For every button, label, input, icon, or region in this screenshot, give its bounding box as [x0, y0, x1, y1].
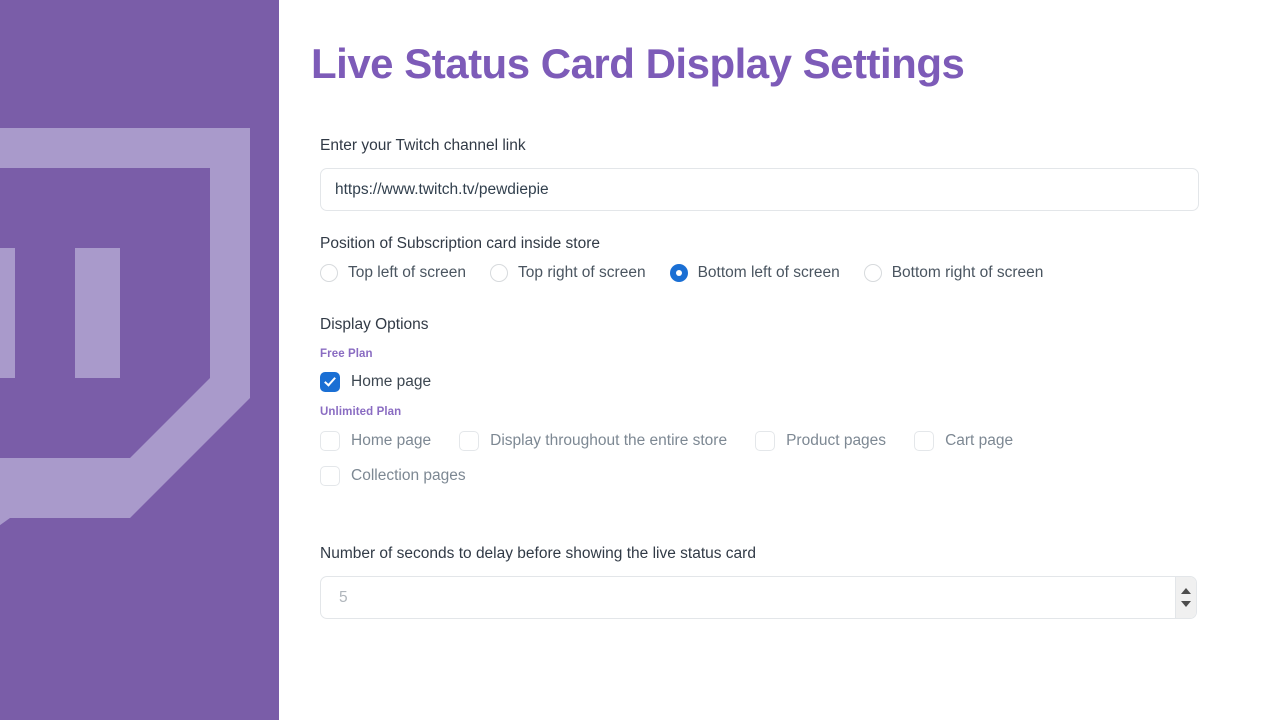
checkbox-label: Product pages: [786, 432, 887, 449]
channel-link-input[interactable]: [320, 168, 1199, 211]
radio-label: Top left of screen: [348, 264, 467, 281]
radio-label: Bottom left of screen: [697, 264, 840, 281]
checkbox-label: Home page: [351, 373, 432, 390]
settings-page: Live Status Card Display Settings Enter …: [0, 0, 1280, 720]
settings-form: Enter your Twitch channel link Position …: [320, 136, 1200, 619]
channel-link-label: Enter your Twitch channel link: [320, 137, 526, 154]
checkbox-unchecked-icon: [320, 466, 340, 486]
display-options-title: Display Options: [320, 316, 429, 333]
radio-bottom-right-of-screen[interactable]: Bottom right of screen: [863, 264, 1044, 282]
checkbox-unlimited-home-page[interactable]: Home page: [320, 431, 431, 451]
delay-seconds-input[interactable]: [320, 576, 1197, 619]
main-content: Live Status Card Display Settings Enter …: [279, 0, 1280, 720]
unlimited-plan-checkbox-group-row-2: Collection pages: [320, 466, 1200, 486]
stepper-up-icon[interactable]: [1181, 588, 1191, 594]
checkbox-collection-pages[interactable]: Collection pages: [320, 466, 466, 486]
checkbox-display-entire-store[interactable]: Display throughout the entire store: [459, 431, 727, 451]
position-label: Position of Subscription card inside sto…: [320, 235, 601, 252]
radio-label: Bottom right of screen: [891, 264, 1044, 281]
radio-label: Top right of screen: [518, 264, 646, 281]
page-title: Live Status Card Display Settings: [311, 40, 965, 87]
radio-circle-selected-icon: [669, 264, 688, 282]
unlimited-plan-label: Unlimited Plan: [320, 406, 402, 418]
stepper-down-icon[interactable]: [1181, 601, 1191, 607]
display-options-group: Display Options Free Plan Home page Unli…: [320, 316, 1200, 486]
checkbox-product-pages[interactable]: Product pages: [755, 431, 886, 451]
free-plan-label: Free Plan: [320, 348, 373, 360]
unlimited-plan-checkbox-group-row-1: Home page Display throughout the entire …: [320, 431, 1200, 451]
checkbox-label: Display throughout the entire store: [490, 432, 728, 449]
checkbox-label: Cart page: [945, 432, 1014, 449]
checkbox-free-home-page[interactable]: Home page: [320, 372, 431, 392]
channel-link-field-group: Enter your Twitch channel link: [320, 136, 1200, 211]
radio-bottom-left-of-screen[interactable]: Bottom left of screen: [669, 264, 840, 282]
free-plan-checkbox-group: Home page: [320, 372, 1200, 392]
checkbox-unchecked-icon: [755, 431, 776, 451]
checkbox-unchecked-icon: [459, 431, 480, 451]
checkbox-label: Home page: [351, 432, 432, 449]
radio-circle-icon: [490, 264, 509, 282]
brand-panel: [0, 0, 279, 720]
delay-field-group: Number of seconds to delay before showin…: [320, 544, 1200, 619]
position-field-group: Position of Subscription card inside sto…: [320, 234, 1200, 282]
position-radio-group: Top left of screen Top right of screen B…: [320, 264, 1200, 282]
radio-circle-icon: [863, 264, 882, 282]
number-stepper[interactable]: [1175, 577, 1196, 618]
radio-circle-icon: [320, 264, 338, 282]
checkbox-label: Collection pages: [351, 467, 466, 484]
delay-label: Number of seconds to delay before showin…: [320, 545, 756, 562]
checkbox-unchecked-icon: [320, 431, 340, 451]
checkbox-cart-page[interactable]: Cart page: [914, 431, 1013, 451]
checkbox-unchecked-icon: [914, 431, 935, 451]
radio-top-right-of-screen[interactable]: Top right of screen: [490, 264, 646, 282]
twitch-glitch-logo-icon: [0, 128, 250, 526]
checkbox-checked-icon: [320, 372, 340, 392]
delay-input-wrapper: [320, 576, 1197, 619]
radio-top-left-of-screen[interactable]: Top left of screen: [320, 264, 466, 282]
